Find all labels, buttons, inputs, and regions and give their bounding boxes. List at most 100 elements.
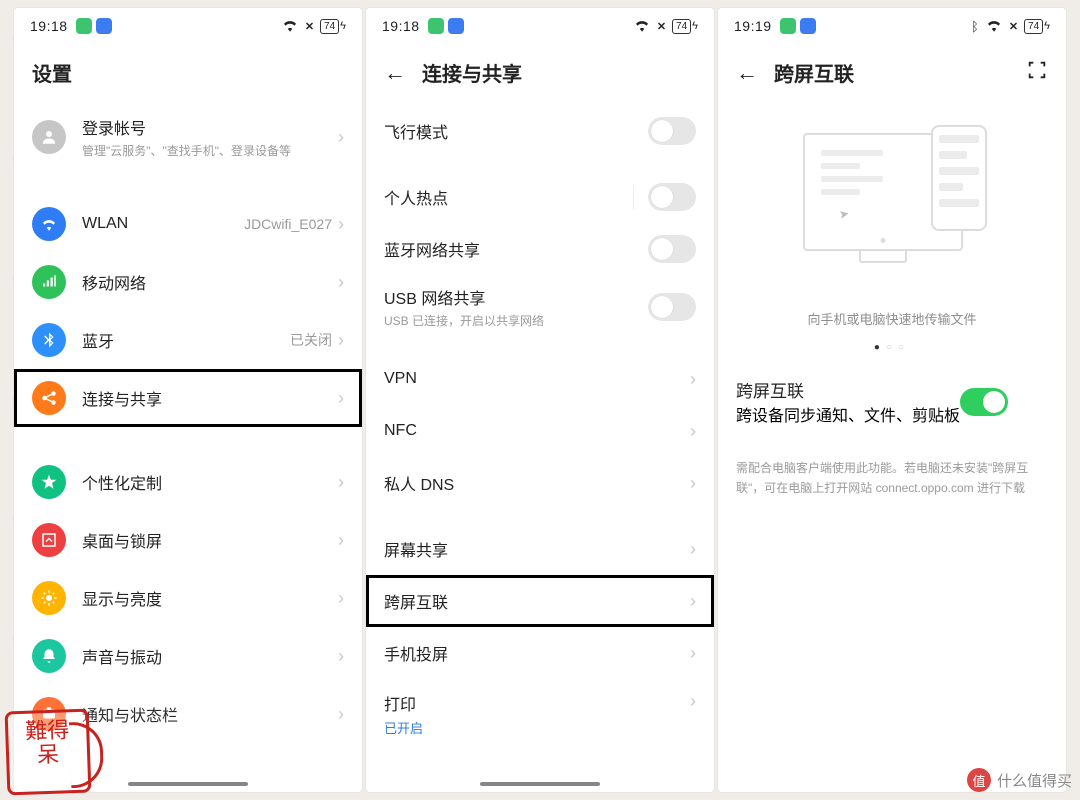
status-app-icon [448,18,464,34]
close-icon: ✕ [657,20,666,33]
row-label: 个性化定制 [82,470,338,494]
cross-screen-illustration: ➤ [787,121,997,281]
home-icon [32,523,66,557]
toggle-switch[interactable] [648,293,696,321]
row-label: 手机投屏 [384,641,690,665]
watermark-text: 什么值得买 [997,770,1072,791]
row-label: 蓝牙网络共享 [384,237,648,261]
row-label: NFC [384,422,690,440]
page-header: ← 跨屏互联 [718,44,1066,105]
settings-desktop-lock-row[interactable]: 桌面与锁屏 › [14,511,362,569]
row-subtitle: 已开启 [384,718,690,737]
status-time: 19:18 [382,18,420,34]
screen-connection-share: 19:18 ✕ 74ϟ ← 连接与共享 飞行模式 个人热点 [366,8,714,792]
private-dns-row[interactable]: 私人 DNS › [366,457,714,509]
chevron-right-icon: › [338,530,344,551]
settings-account-row[interactable]: 登录帐号 管理"云服务"、"查找手机"、登录设备等 › [14,105,362,169]
settings-sound-row[interactable]: 声音与振动 › [14,627,362,685]
settings-personalization-row[interactable]: 个性化定制 › [14,453,362,511]
row-subtitle: 管理"云服务"、"查找手机"、登录设备等 [82,142,338,159]
row-label: 登录帐号 [82,115,338,139]
screen-share-row[interactable]: 屏幕共享 › [366,523,714,575]
status-time: 19:18 [30,18,68,34]
bluetooth-icon [32,323,66,357]
back-button[interactable]: ← [736,62,758,84]
row-label: 个人热点 [384,185,633,209]
wifi-icon [633,16,651,37]
chevron-right-icon: › [690,369,696,390]
toggle-switch[interactable] [648,235,696,263]
customize-icon [32,465,66,499]
bt-tether-row[interactable]: 蓝牙网络共享 [366,223,714,275]
battery-icon: 74ϟ [320,19,346,34]
close-icon: ✕ [305,20,314,33]
home-indicator[interactable] [480,782,600,786]
row-label: 移动网络 [82,270,338,294]
airplane-mode-row[interactable]: 飞行模式 [366,105,714,157]
page-indicator[interactable]: ●○○ [718,342,1066,353]
page-title: 连接与共享 [422,58,522,87]
back-button[interactable]: ← [384,62,406,84]
screen-settings: 19:18 ✕ 74ϟ 设置 登录帐号 [14,8,362,792]
row-value: JDCwifi_E027 [244,216,332,232]
wifi-icon [281,16,299,37]
chevron-right-icon: › [338,272,344,293]
chevron-right-icon: › [690,421,696,442]
home-indicator[interactable] [128,782,248,786]
status-app-icon [800,18,816,34]
toggle-switch[interactable] [960,388,1008,416]
chevron-right-icon: › [690,691,696,712]
settings-mobile-row[interactable]: 移动网络 › [14,253,362,311]
status-app-icon [96,18,112,34]
row-label: 跨屏互联 [736,377,960,402]
page-header: ← 连接与共享 [366,44,714,105]
illustration-caption: 向手机或电脑快速地传输文件 [718,309,1066,328]
settings-connection-share-row[interactable]: 连接与共享 › [14,369,362,427]
feature-note: 需配合电脑客户端使用此功能。若电脑还未安装"跨屏互联"，可在电脑上打开网站 co… [718,458,1066,499]
row-label: VPN [384,370,690,388]
chevron-right-icon: › [338,388,344,409]
watermark-stamp: 難得呆 [5,709,92,796]
row-label: 显示与亮度 [82,586,338,610]
usb-tether-row[interactable]: USB 网络共享 USB 已连接，开启以共享网络 [366,275,714,339]
toggle-switch[interactable] [648,183,696,211]
chevron-right-icon: › [690,539,696,560]
wifi-icon [32,207,66,241]
row-subtitle: 跨设备同步通知、文件、剪贴板 [736,402,960,426]
chevron-right-icon: › [338,330,344,351]
row-label: 通知与状态栏 [82,702,338,726]
screen-cross-screen: 19:19 ᛒ ✕ 74ϟ ← 跨屏互联 [718,8,1066,792]
settings-display-row[interactable]: 显示与亮度 › [14,569,362,627]
row-label: USB 网络共享 [384,285,648,309]
row-label: 飞行模式 [384,119,648,143]
row-label: 桌面与锁屏 [82,528,338,552]
share-icon [32,381,66,415]
status-app-icon [428,18,444,34]
cross-screen-row[interactable]: 跨屏互联 › [366,575,714,627]
status-app-icon [780,18,796,34]
status-app-icon [76,18,92,34]
vpn-row[interactable]: VPN › [366,353,714,405]
toggle-switch[interactable] [648,117,696,145]
settings-bluetooth-row[interactable]: 蓝牙 已关闭 › [14,311,362,369]
status-time: 19:19 [734,18,772,34]
row-label: 连接与共享 [82,386,338,410]
chevron-right-icon: › [338,704,344,725]
print-row[interactable]: 打印 已开启 › [366,679,714,747]
chevron-right-icon: › [338,472,344,493]
watermark-badge-icon: 值 [967,768,991,792]
brightness-icon [32,581,66,615]
cast-row[interactable]: 手机投屏 › [366,627,714,679]
row-label: 声音与振动 [82,644,338,668]
bluetooth-icon: ᛒ [971,19,979,34]
cross-screen-toggle-row[interactable]: 跨屏互联 跨设备同步通知、文件、剪贴板 [718,367,1066,436]
divider [633,185,634,209]
row-subtitle: USB 已连接，开启以共享网络 [384,312,648,329]
row-value: 已关闭 [290,330,332,350]
chevron-right-icon: › [690,591,696,612]
row-label: 屏幕共享 [384,537,690,561]
settings-wlan-row[interactable]: WLAN JDCwifi_E027 › [14,195,362,253]
hotspot-row[interactable]: 个人热点 [366,171,714,223]
scan-button[interactable] [1026,59,1048,87]
nfc-row[interactable]: NFC › [366,405,714,457]
